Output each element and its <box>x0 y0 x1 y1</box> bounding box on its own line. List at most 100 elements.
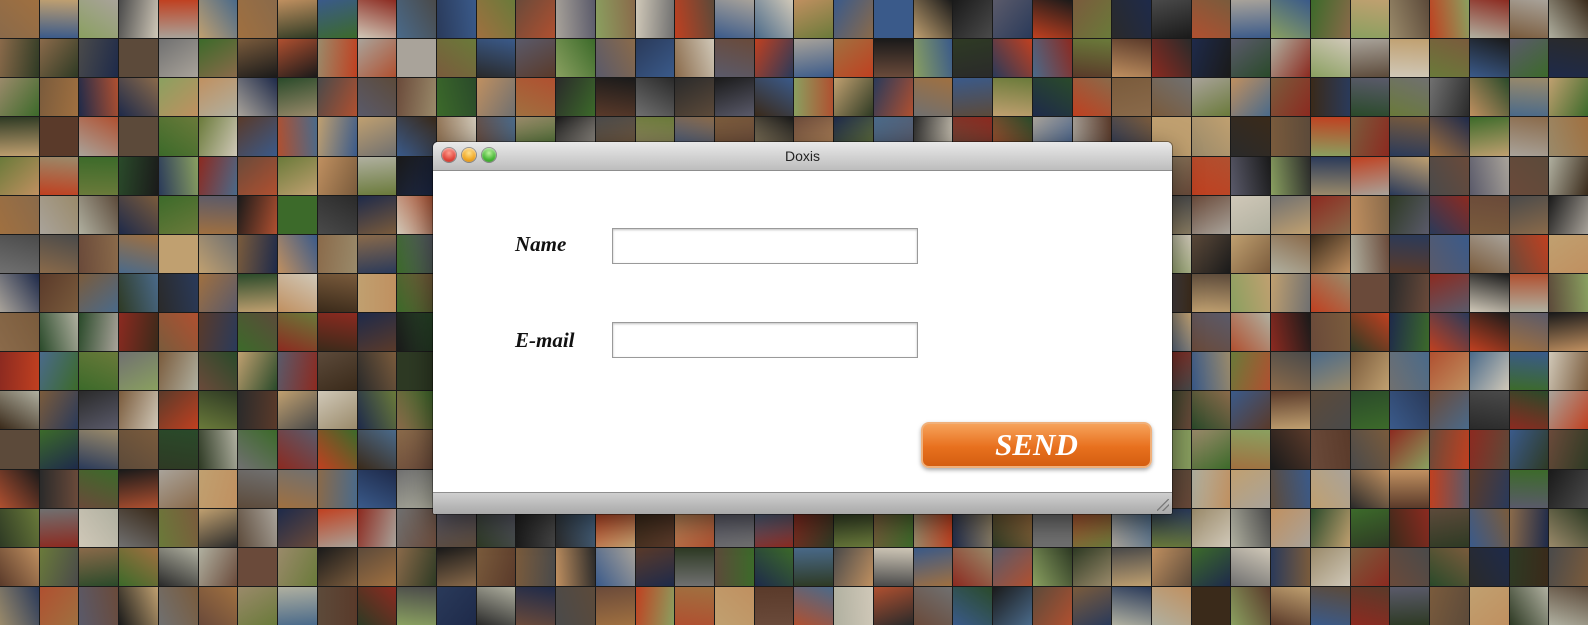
mosaic-photo-tile <box>1350 547 1390 586</box>
mosaic-photo-tile <box>1430 273 1469 312</box>
mosaic-photo-tile <box>79 508 119 547</box>
mosaic-photo-tile <box>913 586 953 625</box>
email-label: E-mail <box>515 328 575 352</box>
mosaic-photo-tile <box>79 234 119 273</box>
mosaic-photo-tile <box>1350 469 1390 508</box>
mosaic-photo-tile <box>1310 156 1350 195</box>
mosaic-photo-tile <box>595 0 635 39</box>
mosaic-photo-tile <box>436 508 476 547</box>
mosaic-photo-tile <box>1390 352 1430 391</box>
mosaic-photo-tile <box>1271 313 1310 352</box>
mosaic-photo-tile <box>397 352 436 391</box>
mosaic-photo-tile <box>595 586 635 625</box>
mosaic-photo-tile <box>1271 234 1310 273</box>
mosaic-photo-tile <box>317 273 357 312</box>
mosaic-photo-tile <box>1549 391 1588 430</box>
mosaic-photo-tile <box>39 352 79 391</box>
mosaic-photo-tile <box>1310 547 1350 586</box>
mosaic-photo-tile <box>1191 234 1231 273</box>
mosaic-photo-tile <box>1271 352 1310 391</box>
mosaic-photo-tile <box>317 234 357 273</box>
mosaic-photo-tile <box>198 156 238 195</box>
mosaic-photo-tile <box>397 508 436 547</box>
mosaic-photo-tile <box>238 586 278 625</box>
mosaic-photo-tile <box>834 547 873 586</box>
mosaic-photo-tile <box>1469 469 1509 508</box>
mosaic-photo-tile <box>1390 391 1430 430</box>
mosaic-photo-tile <box>993 39 1032 78</box>
mosaic-photo-tile <box>556 586 595 625</box>
mosaic-photo-tile <box>1271 430 1310 469</box>
mosaic-photo-tile <box>1271 78 1310 117</box>
mosaic-photo-tile <box>834 39 873 78</box>
mosaic-photo-tile <box>1231 78 1271 117</box>
mosaic-photo-tile <box>873 78 913 117</box>
mosaic-photo-tile <box>1072 78 1112 117</box>
mosaic-photo-tile <box>1271 508 1310 547</box>
mosaic-photo-tile <box>317 0 357 39</box>
mosaic-photo-tile <box>953 547 993 586</box>
mosaic-photo-tile <box>1271 273 1310 312</box>
send-button[interactable]: SEND <box>921 422 1152 468</box>
mosaic-photo-tile <box>158 391 198 430</box>
mosaic-photo-tile <box>993 547 1032 586</box>
mosaic-photo-tile <box>993 0 1032 39</box>
mosaic-photo-tile <box>0 78 39 117</box>
mosaic-photo-tile <box>675 508 715 547</box>
mosaic-photo-tile <box>1191 273 1231 312</box>
mosaic-photo-tile <box>1390 195 1430 234</box>
mosaic-photo-tile <box>397 78 436 117</box>
mosaic-photo-tile <box>357 273 397 312</box>
mosaic-photo-tile <box>1191 0 1231 39</box>
mosaic-photo-tile <box>1430 547 1469 586</box>
mosaic-photo-tile <box>1350 508 1390 547</box>
mosaic-photo-tile <box>238 117 278 156</box>
mosaic-photo-tile <box>1231 469 1271 508</box>
mosaic-photo-tile <box>1231 508 1271 547</box>
mosaic-photo-tile <box>516 586 556 625</box>
mosaic-photo-tile <box>1430 586 1469 625</box>
mosaic-photo-tile <box>675 0 715 39</box>
mosaic-photo-tile <box>119 234 158 273</box>
mosaic-photo-tile <box>873 39 913 78</box>
mosaic-photo-tile <box>357 195 397 234</box>
mosaic-photo-tile <box>1310 39 1350 78</box>
mosaic-photo-tile <box>79 469 119 508</box>
name-input[interactable] <box>612 228 918 264</box>
mosaic-photo-tile <box>1509 352 1549 391</box>
mosaic-photo-tile <box>913 39 953 78</box>
mosaic-photo-tile <box>1350 39 1390 78</box>
mosaic-photo-tile <box>0 586 39 625</box>
mosaic-photo-tile <box>1469 586 1509 625</box>
mosaic-photo-tile <box>278 313 317 352</box>
mosaic-photo-tile <box>1469 273 1509 312</box>
mosaic-photo-tile <box>238 391 278 430</box>
mosaic-photo-tile <box>79 273 119 312</box>
mosaic-photo-tile <box>79 430 119 469</box>
mosaic-photo-tile <box>39 586 79 625</box>
resize-grip-icon[interactable] <box>1157 499 1169 511</box>
window-titlebar[interactable]: Doxis <box>433 142 1172 171</box>
mosaic-photo-tile <box>119 547 158 586</box>
mosaic-photo-tile <box>397 0 436 39</box>
mosaic-photo-tile <box>794 547 834 586</box>
mosaic-photo-tile <box>0 39 39 78</box>
mosaic-photo-tile <box>39 469 79 508</box>
mosaic-photo-tile <box>119 195 158 234</box>
mosaic-photo-tile <box>1310 586 1350 625</box>
mosaic-photo-tile <box>1350 430 1390 469</box>
mosaic-photo-tile <box>79 195 119 234</box>
mosaic-photo-tile <box>1310 195 1350 234</box>
mosaic-photo-tile <box>317 469 357 508</box>
mosaic-photo-tile <box>39 313 79 352</box>
mosaic-photo-tile <box>913 0 953 39</box>
mosaic-photo-tile <box>158 156 198 195</box>
mosaic-photo-tile <box>556 0 595 39</box>
mosaic-photo-tile <box>675 586 715 625</box>
email-input[interactable] <box>612 322 918 358</box>
mosaic-photo-tile <box>278 586 317 625</box>
mosaic-photo-tile <box>1191 195 1231 234</box>
mosaic-photo-tile <box>556 78 595 117</box>
mosaic-photo-tile <box>794 508 834 547</box>
mosaic-photo-tile <box>1032 39 1072 78</box>
